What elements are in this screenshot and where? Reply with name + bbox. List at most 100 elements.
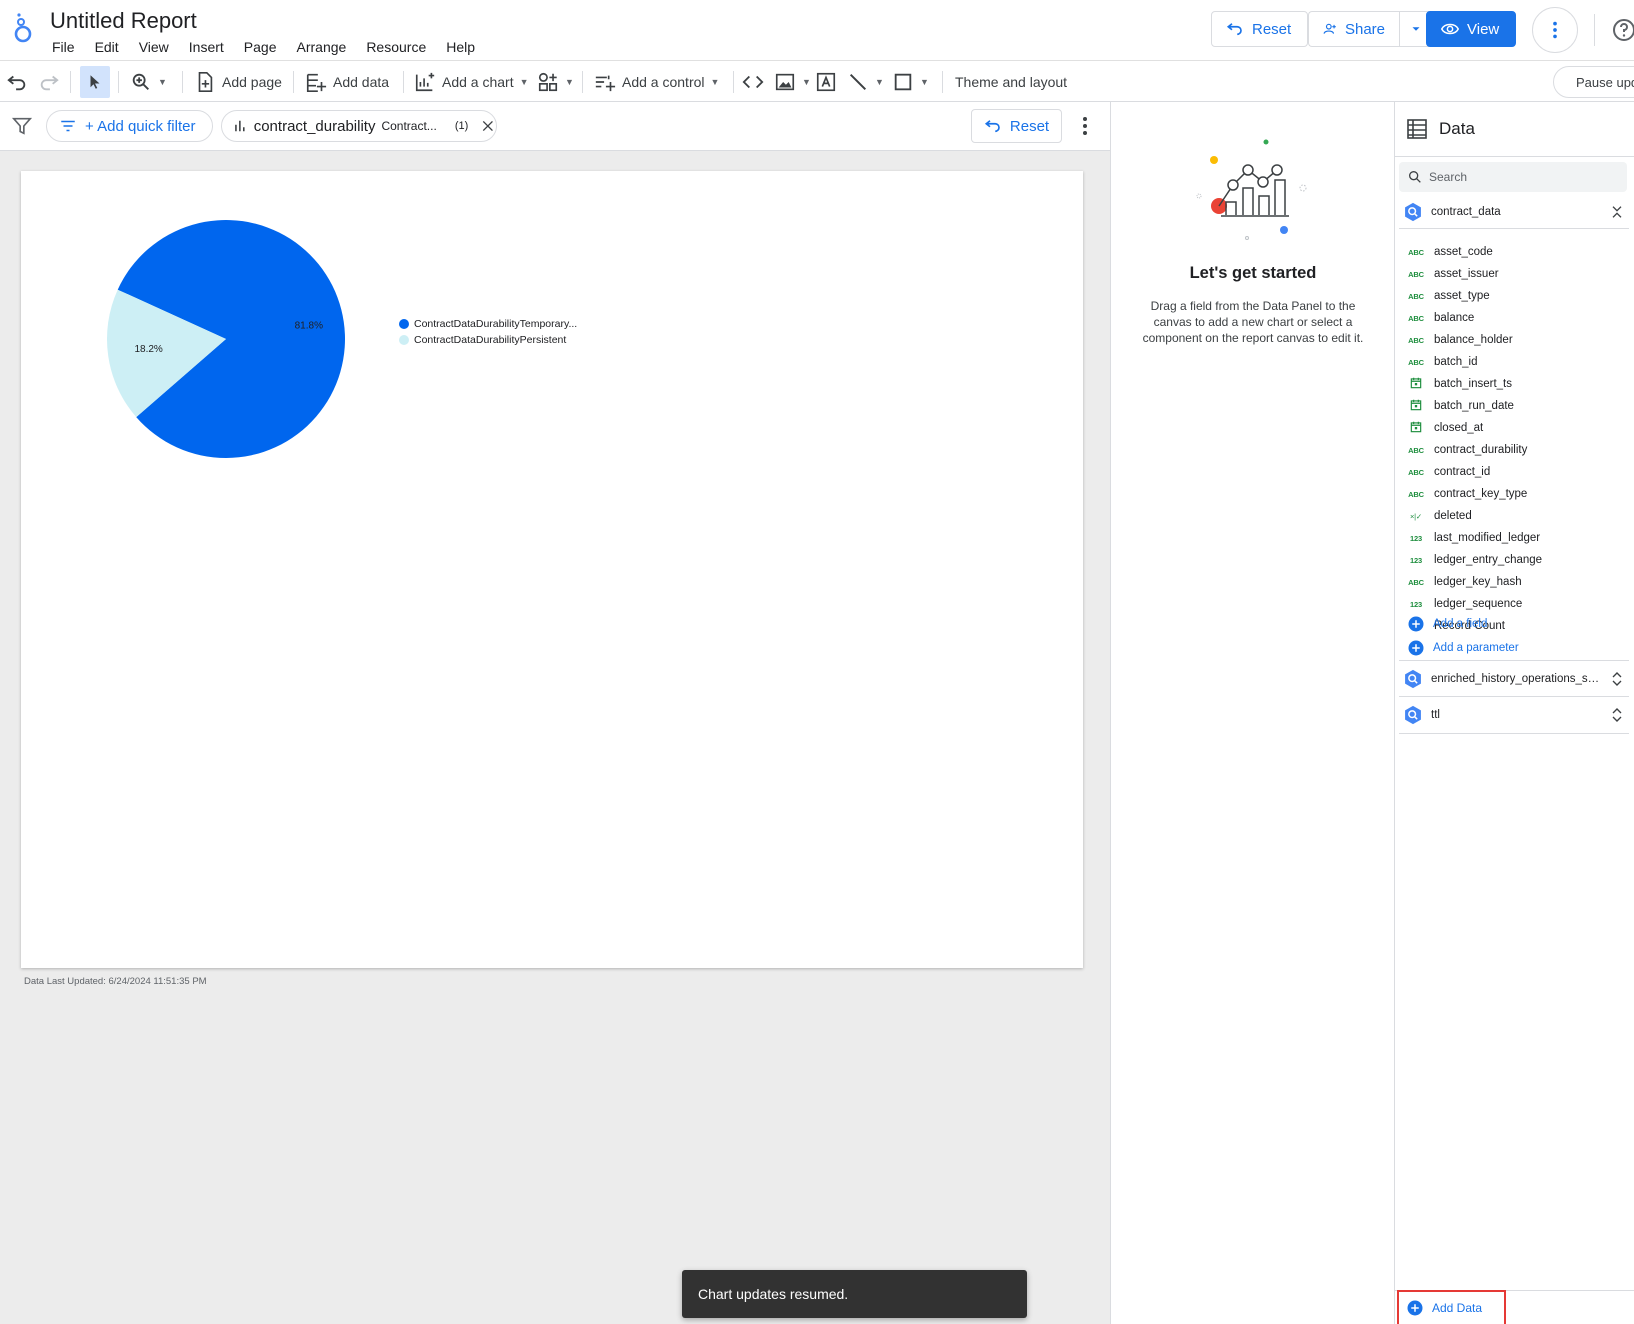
view-button[interactable]: View <box>1426 11 1516 47</box>
looker-studio-logo-icon[interactable] <box>12 12 38 44</box>
close-icon[interactable] <box>480 118 496 134</box>
legend-swatch <box>399 335 409 345</box>
editor-toolbar: ▼ Add page Add data Add a chart ▼ ▼ Add … <box>0 60 1634 102</box>
field-item[interactable]: ABC contract_id <box>1399 461 1629 483</box>
field-item[interactable]: 123 ledger_entry_change <box>1399 549 1629 571</box>
field-item[interactable]: ABC asset_issuer <box>1399 263 1629 285</box>
field-item[interactable]: ABC balance <box>1399 307 1629 329</box>
menu-bar: File Edit View Insert Page Arrange Resource Hel… <box>42 38 485 56</box>
field-name: ledger_sequence <box>1434 598 1523 610</box>
report-page[interactable]: 81.8% 18.2% ContractDataDurabilityTempora… <box>21 171 1083 968</box>
filter-bar: + Add quick filter contract_durability C… <box>0 102 1111 151</box>
number-type-icon: 123 <box>1410 599 1422 609</box>
table-icon <box>1407 119 1427 139</box>
field-item[interactable]: ABC ledger_key_hash <box>1399 571 1629 593</box>
field-search-input[interactable]: Search <box>1399 162 1627 192</box>
field-item[interactable]: closed_at <box>1399 417 1629 439</box>
add-quick-filter-button[interactable]: + Add quick filter <box>46 110 213 142</box>
add-page-button[interactable]: Add page <box>194 66 282 98</box>
field-name: contract_key_type <box>1434 488 1528 500</box>
image-button[interactable]: ▼ <box>774 66 811 98</box>
menu-page[interactable]: Page <box>234 38 287 56</box>
caret-down-icon: ▼ <box>710 77 720 87</box>
text-button[interactable] <box>815 66 837 98</box>
field-item[interactable]: ABC balance_holder <box>1399 329 1629 351</box>
pie-chart[interactable]: 81.8% 18.2% <box>91 204 361 474</box>
number-type-icon: 123 <box>1410 555 1422 565</box>
add-data-toolbar-button[interactable]: Add data <box>305 66 389 98</box>
field-name: batch_id <box>1434 356 1478 368</box>
add-chart-icon <box>415 72 435 92</box>
embed-url-button[interactable] <box>742 66 764 98</box>
pause-label: Pause updates <box>1576 74 1634 90</box>
reset-label: Reset <box>1252 20 1292 38</box>
filter-reset-label: Reset <box>1009 117 1050 135</box>
chart-legend: ContractDataDurabilityTemporary... Contra… <box>399 316 577 348</box>
add-parameter-button[interactable]: Add a parameter <box>1407 638 1519 658</box>
menu-file[interactable]: File <box>42 38 85 56</box>
report-title[interactable]: Untitled Report <box>50 8 197 34</box>
header-divider <box>1594 14 1595 46</box>
datasource-contract-data[interactable]: contract_data <box>1399 195 1629 229</box>
expand-icon[interactable] <box>1609 707 1625 723</box>
menu-insert[interactable]: Insert <box>179 38 234 56</box>
datasource-name: ttl <box>1431 709 1440 721</box>
field-item[interactable]: ×|✓ deleted <box>1399 505 1629 527</box>
select-tool-button[interactable] <box>80 66 110 98</box>
field-name: batch_insert_ts <box>1434 378 1512 390</box>
community-viz-button[interactable]: ▼ <box>537 66 574 98</box>
menu-resource[interactable]: Resource <box>356 38 436 56</box>
theme-layout-button[interactable]: Theme and layout <box>955 66 1067 98</box>
more-options-button[interactable] <box>1532 7 1578 53</box>
bigquery-icon <box>1405 202 1421 221</box>
legend-item[interactable]: ContractDataDurabilityPersistent <box>399 332 577 348</box>
caret-down-icon: ▼ <box>875 77 884 87</box>
field-name: asset_type <box>1434 290 1490 302</box>
text-type-icon: ABC <box>1408 445 1424 455</box>
zoom-in-icon <box>132 73 149 90</box>
menu-arrange[interactable]: Arrange <box>287 38 357 56</box>
more-vert-icon <box>1553 21 1557 39</box>
add-chart-button[interactable]: Add a chart ▼ <box>414 66 529 98</box>
help-icon[interactable] <box>1612 18 1634 42</box>
undo-icon <box>7 75 26 91</box>
add-control-icon <box>595 75 616 92</box>
reset-button[interactable]: Reset <box>1211 11 1308 47</box>
zoom-button[interactable]: ▼ <box>130 66 167 98</box>
field-item[interactable]: ABC contract_key_type <box>1399 483 1629 505</box>
shape-button[interactable]: ▼ <box>892 66 929 98</box>
datasource-enriched-history[interactable]: enriched_history_operations_sorob... <box>1399 660 1629 697</box>
add-data-button[interactable]: Add Data <box>1397 1290 1506 1324</box>
pointer-icon <box>90 75 100 89</box>
menu-help[interactable]: Help <box>436 38 485 56</box>
field-item[interactable]: ABC asset_type <box>1399 285 1629 307</box>
menu-view[interactable]: View <box>129 38 179 56</box>
menu-edit[interactable]: Edit <box>85 38 129 56</box>
more-vert-icon[interactable] <box>1073 114 1097 138</box>
add-quick-filter-label: + Add quick filter <box>85 117 196 135</box>
field-item[interactable]: ABC contract_durability <box>1399 439 1629 461</box>
collapse-icon[interactable] <box>1609 204 1625 220</box>
field-item[interactable]: ABC asset_code <box>1399 241 1629 263</box>
line-button[interactable]: ▼ <box>847 66 884 98</box>
add-field-button[interactable]: Add a field <box>1407 614 1487 634</box>
field-item[interactable]: 123 ledger_sequence <box>1399 593 1629 615</box>
filter-chip-contract-durability[interactable]: contract_durability Contract... (1) <box>221 110 497 142</box>
share-button[interactable]: Share <box>1308 11 1399 47</box>
undo-button[interactable] <box>6 66 28 98</box>
data-last-updated: Data Last Updated: 6/24/2024 11:51:35 PM <box>24 976 207 987</box>
redo-button[interactable] <box>38 66 60 98</box>
field-item[interactable]: batch_insert_ts <box>1399 373 1629 395</box>
field-item[interactable]: 123 last_modified_ledger <box>1399 527 1629 549</box>
bigquery-icon <box>1405 705 1421 725</box>
add-control-button[interactable]: Add a control ▼ <box>594 66 719 98</box>
datasource-ttl[interactable]: ttl <box>1399 697 1629 734</box>
add-control-label: Add a control <box>622 74 705 90</box>
pause-updates-button[interactable]: Pause updates <box>1553 66 1634 98</box>
legend-item[interactable]: ContractDataDurabilityTemporary... <box>399 316 577 332</box>
filter-reset-button[interactable]: Reset <box>971 109 1062 143</box>
field-item[interactable]: ABC batch_id <box>1399 351 1629 373</box>
field-item[interactable]: batch_run_date <box>1399 395 1629 417</box>
expand-icon[interactable] <box>1609 671 1625 687</box>
filter-icon[interactable] <box>11 115 33 137</box>
